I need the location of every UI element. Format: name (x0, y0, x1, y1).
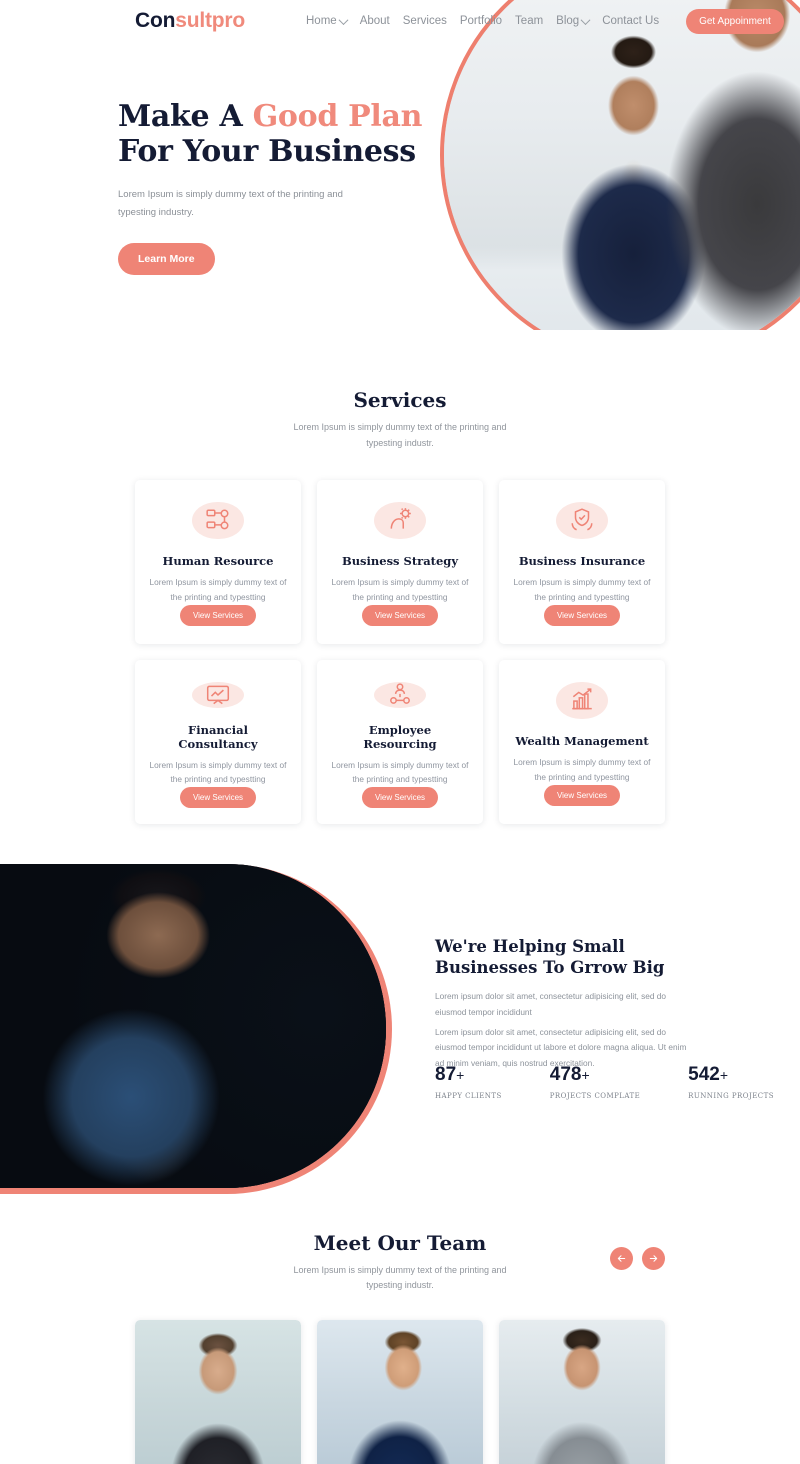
team-title: Meet Our Team (313, 1230, 487, 1255)
team-member-photo (499, 1320, 665, 1464)
carousel-prev-button[interactable] (610, 1246, 633, 1270)
nav-label: Blog (556, 15, 580, 27)
logo[interactable]: Consultpro (135, 9, 245, 33)
arrow-left-icon (617, 1254, 626, 1262)
view-services-button[interactable]: View Services (179, 786, 257, 808)
stat-label: PROJECTS COMPLATE (549, 1091, 641, 1100)
helping-section: We're Helping Small Businesses To Grrow … (0, 863, 800, 1199)
stat-projects-complate: 478+ PROJECTS COMPLATE (550, 1064, 640, 1100)
stat-suffix: + (719, 1066, 729, 1083)
service-card-wealth-management[interactable]: Wealth Management Lorem Ipsum is simply … (499, 659, 665, 824)
presentation-chart-icon (192, 681, 244, 708)
hero-title: Make A Good Plan For Your Business (118, 99, 448, 169)
stat-happy-clients: 87+ HAPPY CLIENTS (435, 1064, 502, 1100)
hero-title-part2: For Your Business (118, 133, 416, 169)
people-gear-icon (374, 681, 426, 708)
service-title: Wealth Management (515, 734, 649, 749)
shield-hands-icon (556, 501, 608, 540)
hero-section: Consultpro Home About Services Portfolio… (0, 0, 800, 330)
helping-title: We're Helping Small Businesses To Grrow … (435, 936, 665, 977)
network-nodes-icon (192, 501, 244, 540)
stat-number: 478 (549, 1063, 582, 1085)
service-card-financial-consultancy[interactable]: Financial Consultancy Lorem Ipsum is sim… (135, 659, 301, 824)
stat-value: 478+ (550, 1064, 640, 1086)
service-description: Lorem Ipsum is simply dummy text of the … (149, 577, 287, 602)
growth-bars-icon (556, 681, 608, 720)
team-member-photo (317, 1320, 483, 1464)
learn-more-button[interactable]: Learn More (118, 243, 215, 276)
view-services-button[interactable]: View Services (543, 604, 621, 626)
helping-image (0, 863, 392, 1194)
nav-item-blog[interactable]: Blog (556, 14, 591, 27)
logo-text-accent: sultpro (175, 9, 245, 32)
view-services-button[interactable]: View Services (361, 604, 439, 626)
service-card-business-strategy[interactable]: Business Strategy Lorem Ipsum is simply … (317, 479, 483, 644)
hero-image (440, 0, 800, 330)
chevron-down-icon (338, 14, 349, 25)
team-member-photo (135, 1320, 301, 1464)
team-section: Meet Our Team Lorem Ipsum is simply dumm… (0, 1199, 800, 1464)
team-carousel-controls (610, 1246, 665, 1270)
nav-links: Home About Services Portfolio Team Blog … (306, 8, 784, 34)
service-title: Human Resource (162, 554, 274, 569)
get-appointment-button[interactable]: Get Appoinment (686, 8, 784, 34)
services-grid: Human Resource Lorem Ipsum is simply dum… (135, 479, 665, 824)
service-card-employee-resourcing[interactable]: Employee Resourcing Lorem Ipsum is simpl… (317, 659, 483, 824)
arrow-right-icon (649, 1254, 658, 1262)
services-subtitle: Lorem Ipsum is simply dummy text of the … (293, 422, 507, 448)
team-member-card[interactable]: Manager Jacks Killis (499, 1320, 665, 1464)
service-card-business-insurance[interactable]: Business Insurance Lorem Ipsum is simply… (499, 479, 665, 644)
service-title: Business Insurance (518, 554, 646, 569)
nav-item-team[interactable]: Team (515, 15, 543, 27)
helping-paragraph-1: Lorem ipsum dolor sit amet, consectetur … (435, 991, 667, 1017)
hero-title-part1: Make A (118, 99, 253, 134)
stat-number: 542 (688, 1063, 720, 1085)
hero-subtitle: Lorem Ipsum is simply dummy text of the … (118, 189, 343, 219)
nav-item-home[interactable]: Home (306, 14, 349, 27)
service-description: Lorem Ipsum is simply dummy text of the … (513, 757, 651, 782)
nav-item-contact-us[interactable]: Contact Us (602, 15, 659, 27)
stat-running-projects: 542+ RUNNING PROJECTS (688, 1064, 774, 1100)
stat-label: RUNNING PROJECTS (688, 1091, 774, 1100)
view-services-button[interactable]: View Services (361, 786, 439, 808)
team-grid: Manager Jacks Killis Manager Jacks Killi… (135, 1320, 665, 1464)
chevron-down-icon (580, 14, 591, 25)
hero-photo-businessmen (444, 0, 800, 330)
main-navigation: Consultpro Home About Services Portfolio… (0, 0, 800, 42)
nav-item-about[interactable]: About (360, 15, 390, 27)
stat-suffix: + (581, 1066, 590, 1083)
service-title: Employee Resourcing (363, 722, 437, 751)
view-services-button[interactable]: View Services (543, 784, 621, 806)
helping-content: We're Helping Small Businesses To Grrow … (435, 936, 695, 1072)
stat-number: 87 (435, 1063, 457, 1085)
nav-item-services[interactable]: Services (403, 15, 447, 27)
team-member-card[interactable]: Manager Jacks Killis (317, 1320, 483, 1464)
service-title: Business Strategy (341, 554, 459, 569)
services-section: Services Lorem Ipsum is simply dummy tex… (0, 330, 800, 824)
service-description: Lorem Ipsum is simply dummy text of the … (149, 759, 287, 785)
logo-text-dark: Con (135, 9, 176, 32)
helping-photo-man-at-computer (0, 863, 386, 1188)
stat-value: 87+ (435, 1064, 502, 1086)
service-description: Lorem Ipsum is simply dummy text of the … (331, 759, 469, 785)
carousel-next-button[interactable] (642, 1246, 665, 1270)
hero-title-highlight: Good Plan (252, 99, 423, 134)
services-title: Services (353, 388, 447, 412)
stat-suffix: + (456, 1066, 465, 1083)
stat-value: 542+ (688, 1064, 774, 1086)
service-description: Lorem Ipsum is simply dummy text of the … (331, 577, 469, 602)
nav-item-portfolio[interactable]: Portfolio (460, 15, 502, 27)
view-services-button[interactable]: View Services (179, 604, 257, 626)
landing-page: Consultpro Home About Services Portfolio… (0, 0, 800, 1464)
stats-row: 87+ HAPPY CLIENTS 478+ PROJECTS COMPLATE… (435, 1064, 774, 1100)
lightbulb-head-icon (374, 501, 426, 540)
team-subtitle: Lorem Ipsum is simply dummy text of the … (293, 1264, 507, 1291)
service-description: Lorem Ipsum is simply dummy text of the … (513, 577, 651, 602)
stat-label: HAPPY CLIENTS (435, 1091, 502, 1100)
service-card-human-resource[interactable]: Human Resource Lorem Ipsum is simply dum… (135, 479, 301, 644)
nav-label: Home (306, 15, 337, 27)
service-title: Financial Consultancy (178, 722, 258, 751)
hero-content: Make A Good Plan For Your Business Lorem… (118, 99, 448, 276)
team-member-card[interactable]: Manager Jacks Killis (135, 1320, 301, 1464)
